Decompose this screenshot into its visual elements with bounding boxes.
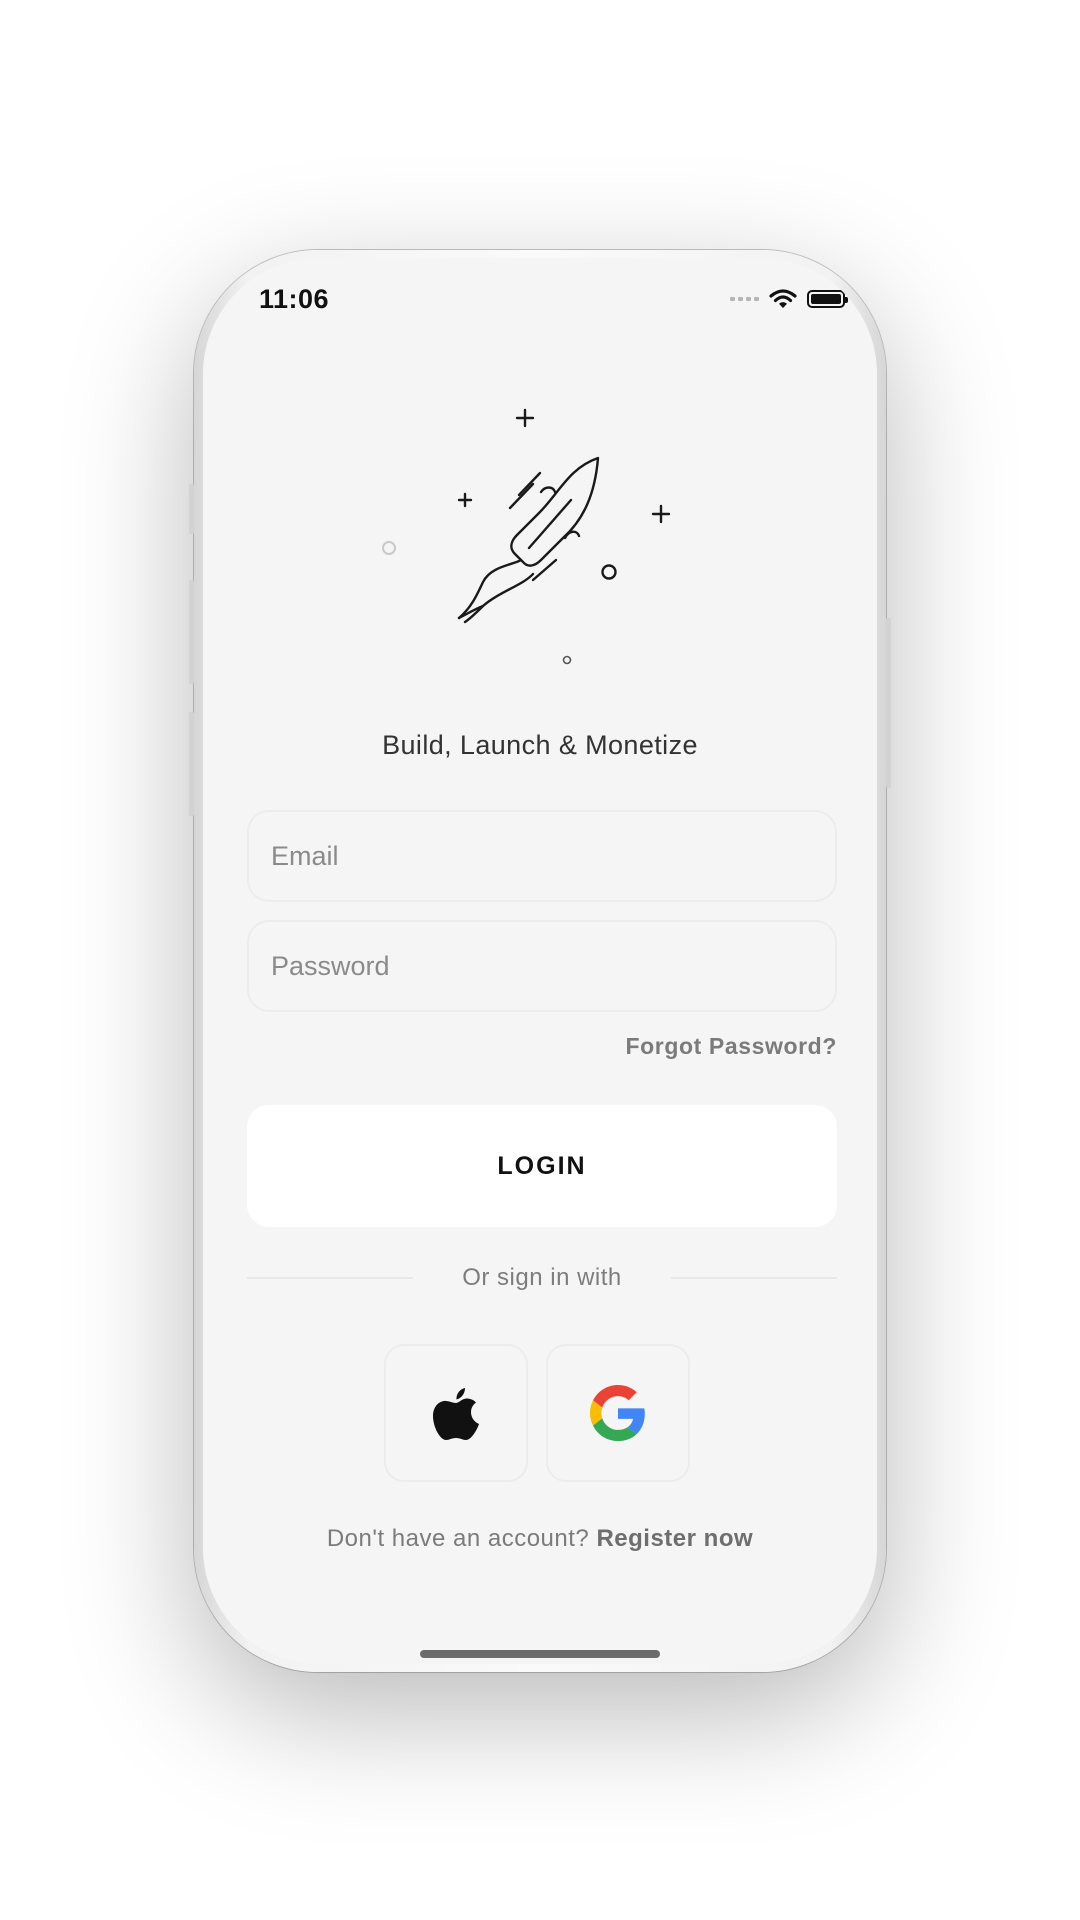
cellular-signal-icon <box>730 297 759 301</box>
login-button[interactable]: LOGIN <box>247 1105 837 1227</box>
forgot-password-link[interactable]: Forgot Password? <box>625 1033 837 1060</box>
register-now-link[interactable]: Register now <box>596 1525 753 1552</box>
email-field-wrapper <box>247 810 837 902</box>
google-icon <box>590 1385 645 1441</box>
phone-frame: 11:06 Build, Launch & Monetize Email For… <box>189 250 891 1672</box>
register-row: Don't have an account? Register now <box>203 1525 877 1553</box>
apple-icon <box>433 1388 479 1440</box>
apple-sign-in-button[interactable] <box>384 1344 528 1482</box>
mute-switch <box>189 484 194 534</box>
email-field[interactable] <box>269 839 835 873</box>
divider-line-right <box>671 1277 837 1279</box>
divider-line-left <box>247 1277 413 1279</box>
google-sign-in-button[interactable] <box>546 1344 690 1482</box>
home-indicator <box>420 1650 660 1658</box>
password-field[interactable] <box>269 949 835 983</box>
status-time: 11:06 <box>259 284 330 314</box>
register-prompt: Don't have an account? <box>326 1525 590 1552</box>
app-screen: 11:06 Build, Launch & Monetize Email For… <box>203 258 877 1664</box>
volume-up-button <box>189 580 194 684</box>
stage: 11:06 Build, Launch & Monetize Email For… <box>0 0 1080 1920</box>
rocket-illustration <box>373 370 703 670</box>
wifi-icon <box>769 289 797 308</box>
volume-down-button <box>189 712 194 816</box>
password-field-wrapper <box>247 920 837 1012</box>
power-button <box>886 618 891 788</box>
rocket-icon <box>382 408 671 665</box>
battery-icon <box>807 290 848 308</box>
status-icons <box>730 288 848 310</box>
divider-text: Or sign in with <box>462 1264 622 1291</box>
social-divider: Or sign in with <box>247 1258 837 1298</box>
tagline: Build, Launch & Monetize <box>382 730 698 760</box>
